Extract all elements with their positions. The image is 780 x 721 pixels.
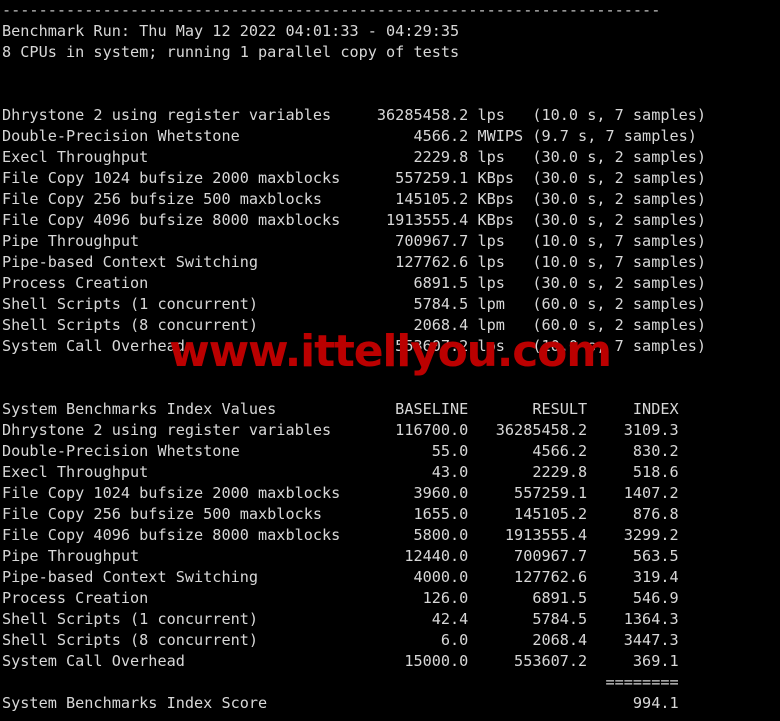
terminal-line: Execl Throughput 43.0 2229.8 518.6 [2, 463, 679, 481]
terminal-line: System Call Overhead 15000.0 553607.2 36… [2, 652, 679, 670]
terminal-line: Benchmark Run: Thu May 12 2022 04:01:33 … [2, 22, 460, 40]
terminal-line: File Copy 1024 bufsize 2000 maxblocks 55… [2, 169, 707, 187]
terminal-window: ----------------------------------------… [0, 0, 780, 721]
terminal-line: Double-Precision Whetstone 4566.2 MWIPS … [2, 127, 697, 145]
terminal-line: Execl Throughput 2229.8 lps (30.0 s, 2 s… [2, 148, 707, 166]
terminal-line: System Call Overhead 553607.2 lps (10.0 … [2, 337, 707, 355]
terminal-line: Shell Scripts (1 concurrent) 42.4 5784.5… [2, 610, 679, 628]
terminal-line: ======== [2, 673, 679, 691]
terminal-line: Process Creation 126.0 6891.5 546.9 [2, 589, 679, 607]
terminal-line: File Copy 256 bufsize 500 maxblocks 1655… [2, 505, 679, 523]
terminal-line: File Copy 1024 bufsize 2000 maxblocks 39… [2, 484, 679, 502]
terminal-line: Shell Scripts (1 concurrent) 5784.5 lpm … [2, 295, 707, 313]
terminal-line: Dhrystone 2 using register variables 116… [2, 421, 679, 439]
terminal-line: Pipe Throughput 12440.0 700967.7 563.5 [2, 547, 679, 565]
terminal-line: 8 CPUs in system; running 1 parallel cop… [2, 43, 460, 61]
terminal-line: Pipe-based Context Switching 127762.6 lp… [2, 253, 707, 271]
terminal-line: File Copy 256 bufsize 500 maxblocks 1451… [2, 190, 707, 208]
terminal-line: Pipe-based Context Switching 4000.0 1277… [2, 568, 679, 586]
terminal-line: System Benchmarks Index Score 994.1 [2, 694, 679, 712]
terminal-output: ----------------------------------------… [2, 0, 778, 721]
terminal-line: ----------------------------------------… [2, 1, 661, 19]
terminal-line: Double-Precision Whetstone 55.0 4566.2 8… [2, 442, 679, 460]
terminal-line: Pipe Throughput 700967.7 lps (10.0 s, 7 … [2, 232, 707, 250]
terminal-line: Shell Scripts (8 concurrent) 2068.4 lpm … [2, 316, 707, 334]
terminal-line: File Copy 4096 bufsize 8000 maxblocks 58… [2, 526, 679, 544]
terminal-line: System Benchmarks Index Values BASELINE … [2, 400, 679, 418]
terminal-line: Process Creation 6891.5 lps (30.0 s, 2 s… [2, 274, 707, 292]
terminal-line: Shell Scripts (8 concurrent) 6.0 2068.4 … [2, 631, 679, 649]
terminal-line: Dhrystone 2 using register variables 362… [2, 106, 707, 124]
terminal-line: File Copy 4096 bufsize 8000 maxblocks 19… [2, 211, 707, 229]
